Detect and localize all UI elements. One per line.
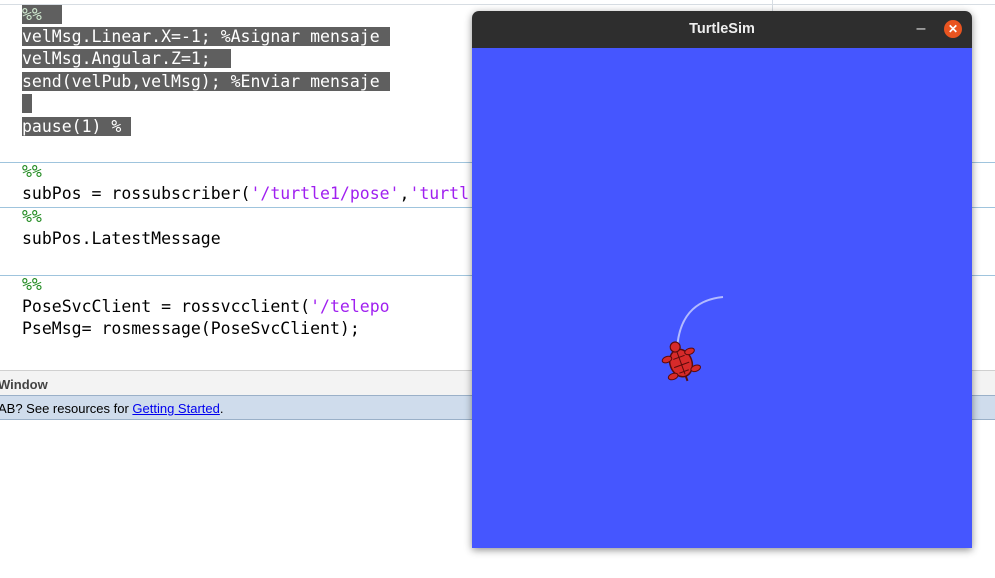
code-line-4[interactable]: send(velPub,velMsg); %Enviar mensaje xyxy=(22,71,390,94)
turtlesim-titlebar[interactable]: TurtleSim – ✕ xyxy=(472,11,972,48)
turtle-icon xyxy=(661,341,702,382)
info-text: AB? See resources for xyxy=(0,401,133,416)
turtlesim-window[interactable]: TurtleSim – ✕ xyxy=(472,11,972,548)
turtlesim-drawing xyxy=(661,296,724,382)
code-line-svcclient[interactable]: PoseSvcClient = rossvcclient('/telepo xyxy=(22,296,390,319)
code-line-subscriber[interactable]: subPos = rossubscriber('/turtle1/pose','… xyxy=(22,183,469,206)
editor-column-divider xyxy=(772,0,773,11)
code-line-2[interactable]: velMsg.Linear.X=-1; %Asignar mensaje xyxy=(22,26,390,49)
code-line-5[interactable] xyxy=(22,93,32,116)
turtlesim-canvas xyxy=(472,48,972,548)
code-line-rosmessage[interactable]: PseMsg= rosmessage(PoseSvcClient); xyxy=(22,318,360,341)
command-window-title: Window xyxy=(0,377,48,392)
turtlesim-title: TurtleSim xyxy=(689,21,755,37)
code-line-1[interactable]: %% xyxy=(22,4,62,27)
section-marker: %% xyxy=(22,207,42,226)
code-line-latest-message[interactable]: subPos.LatestMessage xyxy=(22,228,221,251)
section-marker: %% xyxy=(22,275,42,294)
minimize-button[interactable]: – xyxy=(912,19,930,39)
code-line-3[interactable]: velMsg.Angular.Z=1; xyxy=(22,48,231,71)
code-line-6[interactable]: pause(1) % xyxy=(22,116,132,139)
close-button[interactable]: ✕ xyxy=(944,20,962,38)
editor-top-border xyxy=(0,4,995,5)
getting-started-link[interactable]: Getting Started xyxy=(132,401,219,416)
turtle-trail xyxy=(676,296,724,351)
section-marker: %% xyxy=(22,162,42,181)
